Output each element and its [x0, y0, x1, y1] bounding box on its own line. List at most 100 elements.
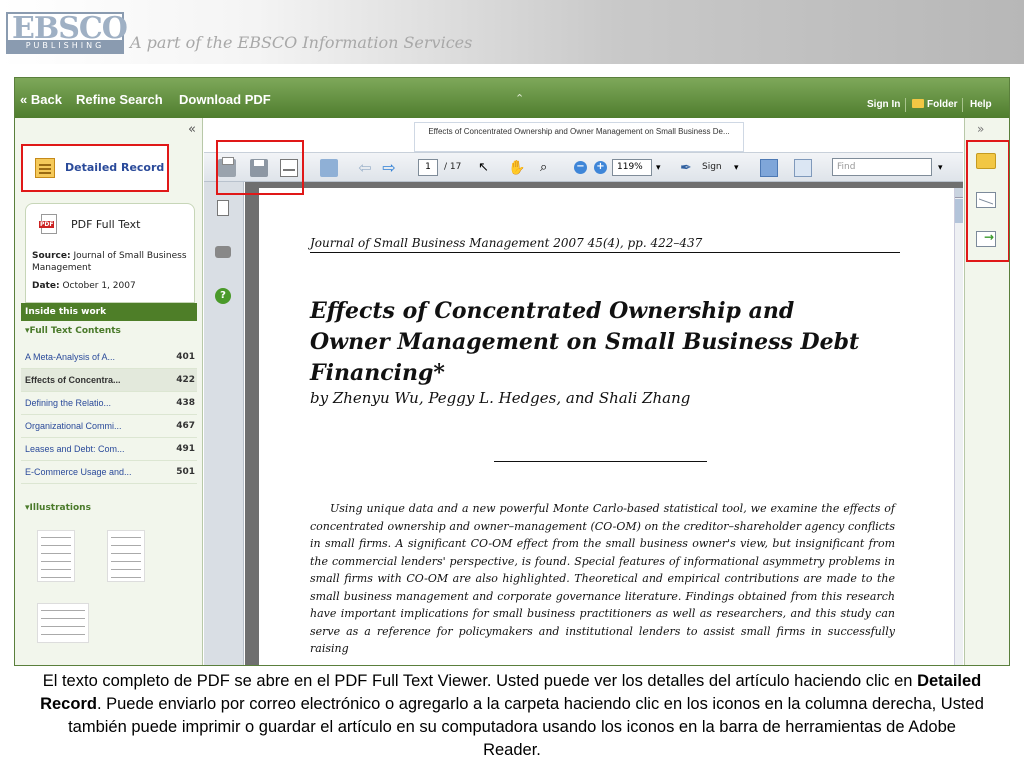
- ebsco-logo: EBSCO PUBLISHING: [6, 12, 128, 54]
- toc-item[interactable]: E-Commerce Usage and... 501: [21, 461, 197, 484]
- caption-text-continued: . Puede enviarlo por correo electrónico …: [68, 695, 984, 759]
- illustration-thumbnail[interactable]: [37, 530, 75, 582]
- pdf-full-text-label: PDF Full Text: [71, 218, 141, 231]
- download-pdf-link[interactable]: Download PDF: [179, 92, 271, 107]
- toc-item-title[interactable]: E-Commerce Usage and...: [25, 467, 132, 477]
- toc-item-page: 501: [176, 467, 195, 477]
- page-number-input[interactable]: 1: [418, 159, 438, 176]
- scroll-up-arrow-icon[interactable]: [955, 188, 963, 198]
- title-divider: [494, 461, 707, 462]
- thumbnail-line: [41, 634, 85, 635]
- marquee-zoom-icon[interactable]: ⌕: [540, 159, 558, 177]
- chevron-down-icon[interactable]: ▾: [734, 159, 752, 177]
- article-title: Effects of Concentrated Ownership and Ow…: [310, 298, 860, 386]
- collaborate-icon[interactable]: [320, 159, 338, 177]
- refine-search-link[interactable]: Refine Search: [76, 92, 163, 107]
- pdf-page: Journal of Small Business Management 200…: [259, 188, 959, 665]
- zoom-level-select[interactable]: 119%: [612, 159, 652, 176]
- caption-text: El texto completo de PDF se abre en el P…: [42, 672, 918, 690]
- slide-caption: El texto completo de PDF se abre en el P…: [40, 670, 984, 762]
- zoom-in-icon[interactable]: +: [594, 161, 607, 174]
- inside-this-work-header: Inside this work: [21, 303, 197, 321]
- email-article-icon[interactable]: [976, 192, 996, 208]
- find-binoculars-icon[interactable]: [215, 246, 231, 258]
- illustration-thumbnail[interactable]: [107, 530, 145, 582]
- detailed-record-button[interactable]: Detailed Record: [21, 144, 169, 192]
- source-label: Source:: [32, 251, 71, 261]
- chevron-down-icon[interactable]: ▾: [938, 159, 956, 177]
- scroll-thumb[interactable]: [955, 199, 963, 223]
- thumbnail-line: [41, 618, 85, 619]
- toc-item-page: 467: [176, 421, 195, 431]
- toc-item-title[interactable]: Leases and Debt: Com...: [25, 444, 125, 454]
- thumbnail-line: [41, 626, 85, 627]
- help-icon[interactable]: ?: [215, 288, 231, 304]
- help-link[interactable]: Help: [970, 99, 992, 110]
- source-info: Source: Journal of Small Business Manage…: [32, 250, 192, 274]
- fit-width-icon[interactable]: [760, 159, 778, 177]
- toc-item[interactable]: Leases and Debt: Com... 491: [21, 438, 197, 461]
- document-tab[interactable]: Effects of Concentrated Ownership and Ow…: [414, 122, 744, 152]
- ebsco-pdf-viewer-window: « Back Refine Search Download PDF ⌃ Sign…: [14, 77, 1010, 666]
- page-total: / 17: [444, 162, 462, 172]
- highlight-box-print-save: [216, 140, 304, 195]
- logo-subtext: PUBLISHING: [8, 40, 122, 52]
- select-tool-icon[interactable]: ↖: [478, 159, 496, 177]
- toc-item[interactable]: Organizational Commi... 467: [21, 415, 197, 438]
- toc-item-current[interactable]: Effects of Concentra... 422: [21, 369, 197, 392]
- reader-navigation-panel: ?: [204, 182, 244, 665]
- toc-item-title[interactable]: A Meta-Analysis of A...: [25, 352, 115, 362]
- date-label: Date:: [32, 281, 60, 291]
- folder-link[interactable]: Folder: [912, 99, 958, 110]
- back-link[interactable]: « Back: [20, 92, 62, 107]
- thumbnail-line: [41, 537, 71, 538]
- toc-item[interactable]: A Meta-Analysis of A... 401: [21, 346, 197, 369]
- date-value: October 1, 2007: [62, 281, 136, 291]
- illustration-thumbnail[interactable]: [37, 603, 89, 643]
- sign-pen-icon[interactable]: ✒: [680, 159, 698, 177]
- toc-item[interactable]: Defining the Relatio... 438: [21, 392, 197, 415]
- full-text-contents-toggle[interactable]: ▾Full Text Contents: [25, 326, 121, 336]
- export-icon[interactable]: [976, 230, 996, 247]
- thumbnail-line: [111, 577, 141, 578]
- chevron-up-icon[interactable]: ⌃: [515, 92, 524, 105]
- divider: [905, 98, 906, 112]
- sign-menu[interactable]: Sign: [702, 162, 722, 172]
- article-authors: by Zhenyu Wu, Peggy L. Hedges, and Shali…: [310, 389, 691, 407]
- toc-item-title[interactable]: Defining the Relatio...: [25, 398, 111, 408]
- folder-icon: [912, 99, 924, 108]
- toc-item-title[interactable]: Organizational Commi...: [25, 421, 122, 431]
- collapse-left-panel-button[interactable]: «: [188, 122, 196, 137]
- thumbnail-line: [41, 553, 71, 554]
- thumbnail-line: [111, 569, 141, 570]
- pdf-viewer: Effects of Concentrated Ownership and Ow…: [204, 118, 963, 665]
- collapse-right-panel-button[interactable]: »: [977, 122, 984, 136]
- slide: EBSCO PUBLISHING A part of the EBSCO Inf…: [0, 0, 1024, 768]
- thumbnail-line: [111, 553, 141, 554]
- previous-page-icon[interactable]: ⇦: [356, 159, 374, 177]
- thumbnail-line: [41, 577, 71, 578]
- sign-in-link[interactable]: Sign In: [867, 99, 900, 110]
- toc-item-title[interactable]: Effects of Concentra...: [25, 375, 121, 385]
- fit-page-icon[interactable]: [794, 159, 812, 177]
- hand-tool-icon[interactable]: ✋: [508, 159, 526, 177]
- detailed-record-icon: [35, 158, 55, 178]
- adobe-reader-toolbar: ⇦ ⇨ 1 / 17 ↖ ✋ ⌕ − + 119% ▾ ✒ Sign ▾ Fin…: [204, 152, 963, 182]
- divider: [962, 98, 963, 112]
- folder-link-label: Folder: [927, 99, 958, 110]
- right-tools-rail: »: [964, 118, 1009, 665]
- illustrations-toggle[interactable]: ▾Illustrations: [25, 503, 91, 513]
- next-page-icon[interactable]: ⇨: [380, 159, 398, 177]
- find-input[interactable]: Find: [832, 158, 932, 176]
- chevron-down-icon[interactable]: ▾: [656, 159, 674, 177]
- add-to-folder-icon[interactable]: [976, 153, 996, 169]
- zoom-out-icon[interactable]: −: [574, 161, 587, 174]
- pages-panel-icon[interactable]: [217, 200, 229, 216]
- pdf-icon: [39, 214, 57, 234]
- vertical-scrollbar[interactable]: [954, 188, 963, 665]
- pdf-full-text-card: PDF Full Text Source: Journal of Small B…: [25, 203, 195, 303]
- top-navigation-bar: « Back Refine Search Download PDF ⌃ Sign…: [15, 78, 1009, 118]
- thumbnail-line: [41, 561, 71, 562]
- thumbnail-line: [111, 545, 141, 546]
- date-info: Date: October 1, 2007: [32, 281, 136, 291]
